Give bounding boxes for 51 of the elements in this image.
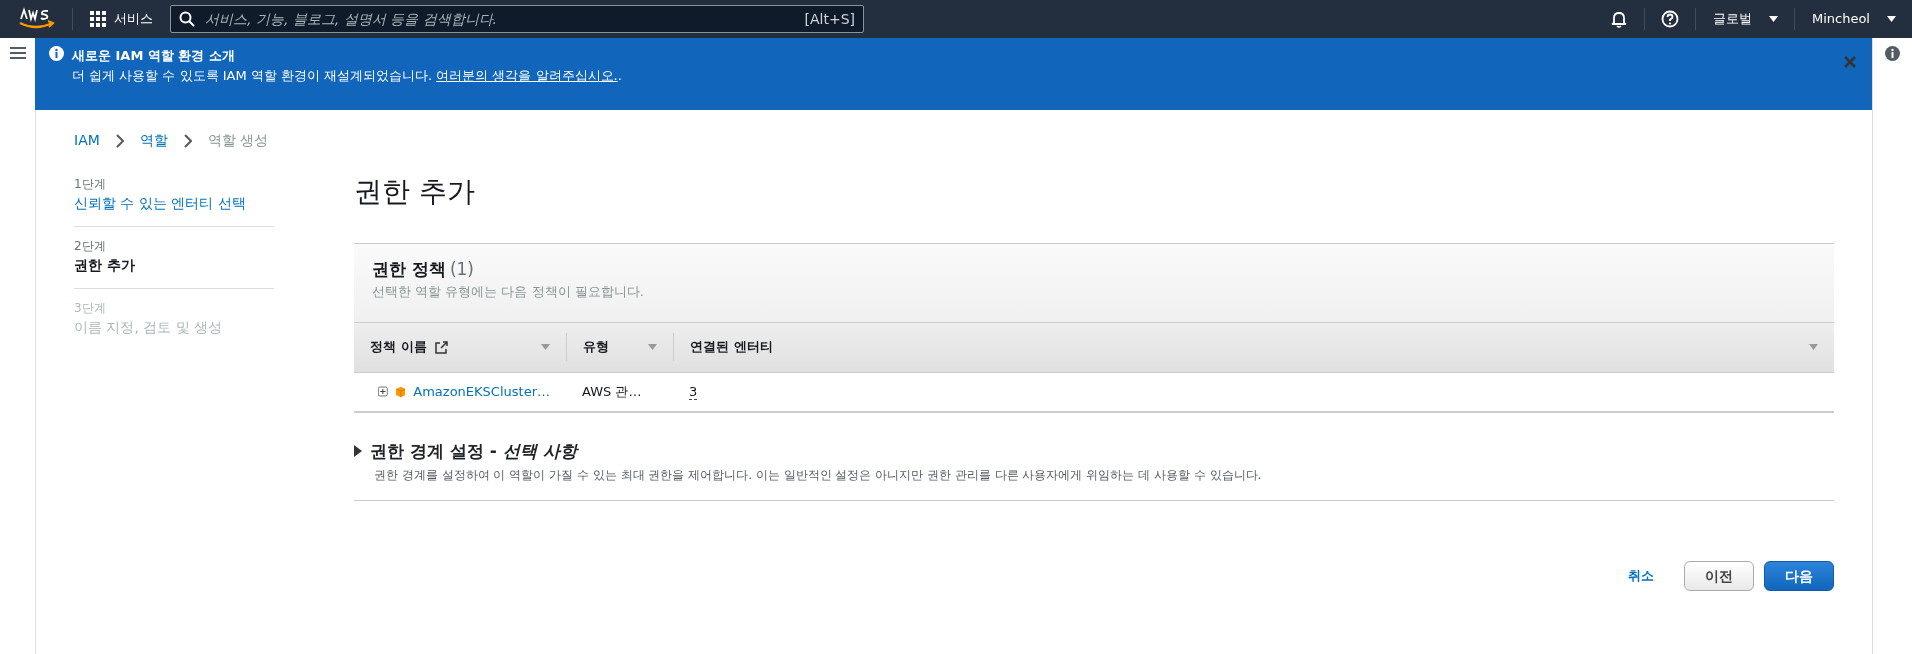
banner-message: 더 쉽게 사용할 수 있도록 IAM 역할 환경이 재설계되었습니다. 여러분의 생각을 알려주십시오.. (72, 66, 623, 85)
breadcrumb-link[interactable]: IAM (74, 130, 100, 151)
step-label: 이름 지정, 검토 및 생성 (74, 318, 224, 337)
grid-icon (90, 11, 106, 27)
caret-icon[interactable] (1887, 16, 1896, 22)
help-icon[interactable] (1660, 10, 1679, 28)
feedback-link[interactable]: 여러분의 생각을 알려주십시오. (436, 67, 618, 83)
sort-caret-icon (1809, 344, 1818, 351)
attached-entity-count[interactable]: 3 (689, 383, 698, 400)
previous-button[interactable]: 이전 (1684, 561, 1754, 592)
search-input[interactable]: 서비스, 기능, 블로그, 설명서 등을 검색합니다. (203, 7, 797, 31)
sort-caret-icon (648, 344, 657, 351)
cube-icon (395, 384, 406, 399)
info-icon (49, 46, 64, 61)
user-menu[interactable]: Mincheol (1810, 8, 1871, 30)
boundary-description: 권한 경계를 설정하여 이 역할이 가질 수 있는 최대 권한을 제어합니다. 이는 일반적인 설정은 아니지만 권한 관리를 다른 사용자에게 위임하는 데 사용할 수 있습니다. (374, 467, 1263, 485)
sort-caret-icon (541, 344, 550, 351)
column-header[interactable]: 연결된 엔터티 (674, 337, 1834, 357)
boundary-section-toggle[interactable]: 권한 경계 설정 - 선택 사항 (354, 438, 577, 465)
step-number: 2단계 (74, 238, 107, 255)
panel-description: 선택한 역할 유형에는 다음 정책이 필요합니다. (372, 283, 645, 302)
panel-title: 권한 정책 (372, 257, 446, 281)
breadcrumb-current: 역할 생성 (207, 131, 269, 150)
column-header[interactable]: 정책 이름 (354, 337, 566, 357)
column-header[interactable]: 유형 (567, 337, 673, 357)
step-link[interactable]: 신뢰할 수 있는 엔터티 선택 (74, 193, 274, 214)
expand-icon[interactable] (378, 385, 388, 399)
policy-type: AWS 관… (582, 383, 642, 399)
step-number: 3단계 (74, 300, 107, 317)
external-link-icon (434, 340, 448, 354)
services-menu[interactable]: 서비스 (89, 8, 154, 30)
notification-bell-icon[interactable] (1609, 10, 1628, 28)
chevron-right-icon (183, 133, 192, 148)
shortcut-hint: [Alt+S] (804, 9, 855, 29)
next-button[interactable]: 다음 (1764, 561, 1834, 592)
policy-count: (1) (449, 257, 474, 281)
page-title: 권한 추가 (354, 175, 476, 209)
menu-icon[interactable] (9, 46, 26, 60)
banner-title: 새로운 IAM 역할 환경 소개 (72, 47, 236, 65)
policy-name-link[interactable]: AmazonEKSCluster… (413, 381, 550, 402)
step-number: 1단계 (74, 176, 107, 193)
region-menu[interactable]: 글로벌 (1711, 8, 1753, 30)
breadcrumb-link[interactable]: 역할 (139, 130, 168, 151)
search-icon (179, 11, 195, 27)
cancel-link[interactable]: 취소 (1628, 566, 1654, 586)
step-label: 권한 추가 (74, 256, 136, 275)
caret-icon[interactable] (1768, 16, 1778, 22)
chevron-right-icon (115, 133, 124, 148)
caret-right-icon (354, 445, 362, 458)
info-icon[interactable] (1885, 46, 1900, 61)
search-field[interactable]: 서비스, 기능, 블로그, 설명서 등을 검색합니다. [Alt+S] (170, 5, 864, 33)
